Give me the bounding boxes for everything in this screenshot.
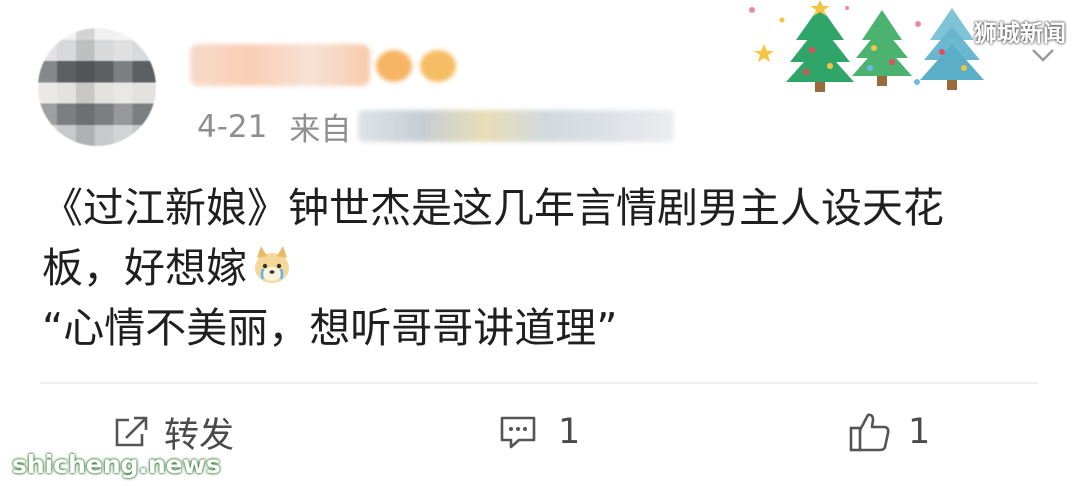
- post-text-line: 板，好想嫁: [42, 238, 1052, 298]
- comment-button[interactable]: 1: [498, 408, 580, 456]
- crying-dog-emoji-icon: [255, 246, 289, 283]
- like-button[interactable]: 1: [848, 408, 930, 456]
- post-text-line: 《过江新娘》钟世杰是这几年言情剧男主人设天花: [42, 184, 944, 232]
- post-text-segment: 板，好想嫁: [42, 244, 247, 292]
- repost-button[interactable]: 转发: [112, 408, 234, 456]
- comment-count: 1: [558, 412, 581, 452]
- username-blurred[interactable]: [190, 44, 370, 86]
- like-count: 1: [908, 412, 931, 452]
- post-source-blurred: [358, 110, 674, 142]
- post-source-prefix: 来自: [289, 112, 352, 148]
- post-date: 4-21: [197, 108, 268, 145]
- user-badge-icon: [420, 50, 456, 82]
- post-text-line: “心情不美丽，想听哥哥讲道理”: [42, 304, 618, 352]
- avatar[interactable]: [38, 28, 156, 146]
- site-watermark: shicheng.news: [12, 450, 221, 479]
- user-badge-icon: [376, 50, 412, 82]
- post-meta: 4-21 来自: [197, 104, 351, 149]
- chevron-down-icon[interactable]: [1030, 46, 1056, 64]
- comment-icon: [500, 416, 536, 449]
- post-content: 《过江新娘》钟世杰是这几年言情剧男主人设天花 板，好想嫁 “心情不美丽，想听哥哥…: [42, 178, 1052, 358]
- share-icon: [115, 416, 148, 447]
- divider: [40, 382, 1038, 384]
- top-watermark: 狮城新闻: [974, 21, 1066, 47]
- thumbs-up-icon: [849, 413, 890, 452]
